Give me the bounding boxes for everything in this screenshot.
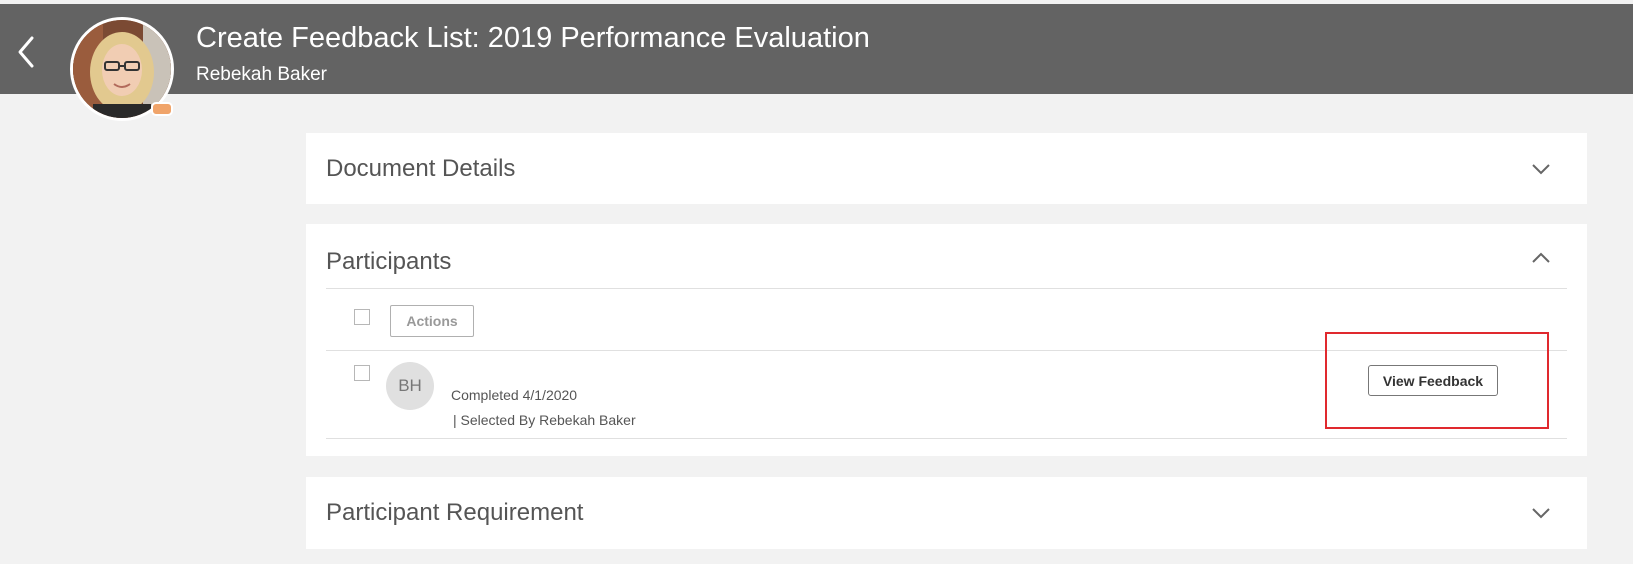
actions-button[interactable]: Actions: [390, 305, 474, 337]
participants-card: Participants Actions BH Completed 4/1/20…: [306, 224, 1587, 456]
section-title-participants: Participants: [326, 248, 452, 275]
chevron-down-icon: [1532, 508, 1550, 519]
participant-status: Completed 4/1/2020: [451, 387, 578, 403]
divider: [326, 350, 1567, 351]
expand-document-details-button[interactable]: [1531, 162, 1551, 175]
expand-participant-requirement-button[interactable]: [1531, 506, 1551, 519]
chevron-down-icon: [1532, 164, 1550, 175]
header-bar: Create Feedback List: 2019 Performance E…: [0, 4, 1633, 94]
page-subtitle: Rebekah Baker: [196, 64, 327, 85]
view-feedback-button[interactable]: View Feedback: [1368, 365, 1498, 396]
divider: [326, 438, 1567, 439]
chevron-up-icon: [1532, 252, 1550, 263]
section-title-participant-requirement: Participant Requirement: [326, 499, 584, 526]
document-details-card: Document Details: [306, 133, 1587, 204]
presence-badge: [151, 102, 173, 116]
page-title: Create Feedback List: 2019 Performance E…: [196, 22, 870, 54]
chevron-left-icon: [18, 36, 34, 68]
row-checkbox[interactable]: [354, 365, 370, 381]
section-title-document-details: Document Details: [326, 155, 516, 182]
select-all-checkbox[interactable]: [354, 309, 370, 325]
participant-requirement-card: Participant Requirement: [306, 477, 1587, 549]
collapse-participants-button[interactable]: [1531, 251, 1551, 263]
divider: [326, 288, 1567, 289]
participant-selected-by: | Selected By Rebekah Baker: [453, 412, 636, 428]
back-button[interactable]: [10, 32, 42, 72]
participant-initials-avatar: BH: [386, 362, 434, 410]
